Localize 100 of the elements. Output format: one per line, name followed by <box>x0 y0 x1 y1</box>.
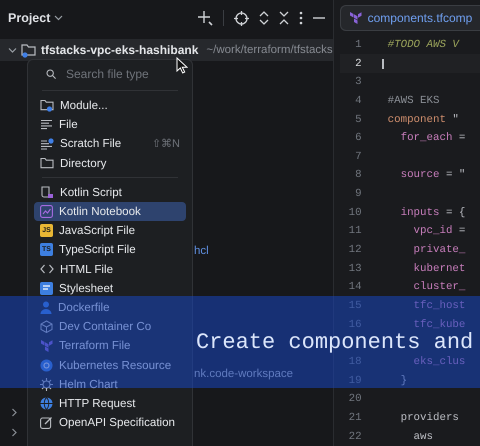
project-path: ~/work/terraform/tfstacks <box>206 44 333 56</box>
mouse-pointer-icon <box>176 57 188 74</box>
menu-item[interactable]: Scratch File ⇧⌘N <box>34 134 186 154</box>
menu-item[interactable]: Directory <box>34 154 186 173</box>
more-icon[interactable] <box>298 11 303 25</box>
menu-item-label: HTTP Request <box>59 396 136 410</box>
code-line: source = " <box>400 169 466 182</box>
edit-icon <box>40 416 53 430</box>
menu-item-label: Stylesheet <box>59 282 114 295</box>
menu-item-label: File <box>59 118 78 132</box>
globe-icon <box>40 396 53 410</box>
scratch-file-icon <box>40 138 54 150</box>
panel-title[interactable]: Project <box>8 11 50 25</box>
line-number: 12 <box>348 244 362 256</box>
chevron-down-icon[interactable] <box>54 15 64 21</box>
crosshair-icon[interactable] <box>234 10 249 26</box>
add-icon[interactable] <box>196 10 213 26</box>
menu-item[interactable]: Kubernetes Resource <box>34 355 186 375</box>
menu-item-label: Scratch File <box>60 137 122 150</box>
search-icon <box>46 68 56 80</box>
menu-item[interactable]: File <box>34 115 186 134</box>
tree-row[interactable]: tfstacks-vpc-eks-hashibank ~/work/terraform/tfstacks <box>0 39 333 61</box>
code-brackets-icon <box>40 264 54 274</box>
line-number: 8 <box>355 169 362 182</box>
menu-item-label: HTML File <box>60 262 114 276</box>
menu-item-label: Module... <box>60 99 108 112</box>
line-number: 6 <box>355 132 362 144</box>
line-number: 1 <box>355 38 362 51</box>
chevron-icon[interactable] <box>10 408 19 417</box>
wheel-icon <box>40 358 53 372</box>
line-number: 20 <box>348 393 362 406</box>
module-icon <box>40 99 54 112</box>
expand-icon[interactable] <box>258 11 269 25</box>
menu-item-label: JavaScript File <box>59 224 136 238</box>
line-number: 10 <box>348 206 362 219</box>
code-line: component " <box>388 114 459 126</box>
menu-item[interactable]: OpenAPI Specification <box>34 413 186 432</box>
menu-item-label: Dev Container Co <box>59 320 152 334</box>
shortcut-hint: ⇧⌘N <box>152 137 180 150</box>
caption-text: Create components and <box>196 330 474 354</box>
file-name[interactable]: hcl <box>194 245 209 257</box>
code-line: #AWS EKS <box>388 94 440 107</box>
code-line: aws <box>412 430 433 443</box>
code-line: tfc_kube <box>412 318 466 331</box>
menu-item-label: TypeScript File <box>59 243 136 256</box>
line-number: 13 <box>348 262 362 275</box>
line-number: 2 <box>355 58 362 70</box>
menu-item-label: Dockerfile <box>58 300 110 314</box>
line-number: 3 <box>355 76 362 88</box>
menu-item[interactable]: Kotlin Script <box>34 182 186 202</box>
line-number: 11 <box>348 225 362 238</box>
line-number: 5 <box>355 114 362 126</box>
menu-item[interactable]: Dockerfile <box>34 298 186 318</box>
person-icon <box>40 300 52 314</box>
code-line: providers <box>400 412 459 424</box>
menu-item[interactable]: Module... <box>34 96 186 116</box>
code-line: kubernet <box>412 262 466 275</box>
menu-item[interactable]: Terraform File <box>34 336 186 356</box>
code-line: tfc_host <box>412 300 466 312</box>
menu-item[interactable]: HTML File <box>34 260 186 279</box>
terraform-icon <box>40 339 53 352</box>
stylesheet-icon <box>40 282 53 295</box>
menu-item-label: Kotlin Script <box>60 186 122 199</box>
line-number: 7 <box>355 150 362 163</box>
menu-item-label: Helm Chart <box>59 378 118 391</box>
code-line: inputs = { <box>400 206 466 219</box>
line-number: 21 <box>348 412 362 424</box>
line-number: 22 <box>348 430 362 443</box>
code-line: eks_clus <box>412 356 466 368</box>
terraform-icon <box>348 11 362 24</box>
wheel-icon <box>40 378 53 391</box>
line-number: 9 <box>355 188 362 200</box>
cube-icon <box>40 320 53 334</box>
menu-item-label: Terraform File <box>59 339 131 352</box>
project-name: tfstacks-vpc-eks-hashibank <box>41 43 198 57</box>
line-number: 4 <box>355 94 362 107</box>
menu-item[interactable]: Helm Chart <box>34 374 186 394</box>
editor-tab[interactable]: components.tfcomp <box>340 4 480 31</box>
minimize-icon[interactable] <box>312 17 325 19</box>
chevron-icon[interactable] <box>10 428 19 437</box>
code-line: private_ <box>412 244 466 256</box>
chevron-icon[interactable] <box>8 46 17 54</box>
code-line: } <box>400 374 408 387</box>
script-file-icon <box>40 186 54 199</box>
menu-item[interactable]: Kotlin Notebook <box>34 202 186 222</box>
file-icon <box>40 119 53 130</box>
menu-item-label: Kubernetes Resource <box>59 358 172 372</box>
menu-item[interactable]: Stylesheet <box>34 278 186 298</box>
code-line: #TODO AWS V <box>388 38 459 51</box>
menu-item-label: Kotlin Notebook <box>59 205 141 218</box>
chart-icon <box>40 205 53 218</box>
module-folder-icon <box>21 42 37 58</box>
code-line: for_each = <box>400 132 466 144</box>
folder-icon <box>40 157 54 170</box>
code-line: vpc_id = <box>412 225 466 238</box>
collapse-icon[interactable] <box>278 11 289 25</box>
line-number: 14 <box>348 281 362 294</box>
menu-item[interactable]: HTTP Request <box>34 394 186 413</box>
menu-item-label: Directory <box>60 156 106 170</box>
menu-item[interactable]: Dev Container Co <box>34 317 186 336</box>
